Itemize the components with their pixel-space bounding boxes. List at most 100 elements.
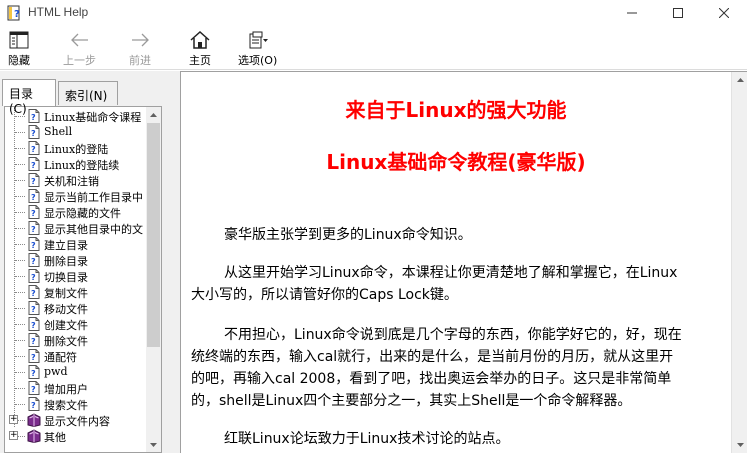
svg-text:?: ? <box>31 161 36 170</box>
tree-topic-item[interactable]: ? 通配符 <box>5 348 147 364</box>
tree-item-label: 通配符 <box>44 351 77 364</box>
tree-topic-item[interactable]: ? 搜索文件 <box>5 396 147 412</box>
tree-item-label: 搜索文件 <box>44 399 88 412</box>
help-book-icon: ? <box>7 5 20 21</box>
svg-text:?: ? <box>31 385 36 394</box>
tree-connector <box>15 116 25 117</box>
svg-text:?: ? <box>31 113 36 122</box>
window-title: HTML Help <box>28 5 89 19</box>
tree-topic-item[interactable]: ? 复制文件 <box>5 284 147 300</box>
svg-text:?: ? <box>31 257 36 266</box>
tree-item-label: 删除文件 <box>44 335 88 348</box>
forward-button[interactable]: 前进 <box>129 30 151 68</box>
svg-text:?: ? <box>31 145 36 154</box>
tree-connector <box>15 292 25 293</box>
tree-item-label: 显示文件内容 <box>44 415 110 428</box>
tree-item-label: Linux的登陆 <box>44 143 109 156</box>
tree-topic-item[interactable]: ? 删除文件 <box>5 332 147 348</box>
hide-pane-icon <box>9 31 29 48</box>
back-label: 上一步 <box>63 54 96 67</box>
toolbar: 隐藏 上一步 前进 主页 选项(O) <box>0 26 747 70</box>
forward-label: 前进 <box>129 54 151 67</box>
tree-item-label: 创建文件 <box>44 319 88 332</box>
tree-connector <box>15 228 25 229</box>
tree-topic-item[interactable]: ? Linux的登陆 <box>5 140 147 156</box>
home-icon <box>190 30 210 49</box>
home-button[interactable]: 主页 <box>189 30 211 68</box>
tree-topic-item[interactable]: ? 显示当前工作目录中 <box>5 188 147 204</box>
help-page-icon: ? <box>27 397 41 411</box>
maximize-icon <box>673 8 683 18</box>
paragraph-2-line-2: 大小写的，所以请管好你的Caps Lock键。 <box>191 287 458 303</box>
tree-item-label: 增加用户 <box>44 383 88 396</box>
scroll-thumb[interactable] <box>147 123 160 347</box>
tree-folder-item[interactable]: + 显示文件内容 <box>5 412 147 428</box>
tab-index[interactable]: 索引(N) <box>58 81 118 105</box>
svg-text:?: ? <box>31 401 36 410</box>
scroll-up-icon[interactable] <box>146 107 161 122</box>
help-page-icon: ? <box>27 269 41 283</box>
tree-topic-item[interactable]: ? 关机和注销 <box>5 172 147 188</box>
tree-connector <box>15 244 25 245</box>
tree-topic-item[interactable]: ? 切换目录 <box>5 268 147 284</box>
tree-topic-item[interactable]: ? 显示隐藏的文件 <box>5 204 147 220</box>
tree-topic-item[interactable]: ? 显示其他目录中的文 <box>5 220 147 236</box>
paragraph-3-line-2: 统终端的东西，输入cal就行，出来的是什么，是当前月份的月历，就从这里开 <box>191 349 674 365</box>
tree-item-label: Shell <box>44 125 73 138</box>
svg-text:?: ? <box>31 289 36 298</box>
svg-text:?: ? <box>31 273 36 282</box>
paragraph-4: 红联Linux论坛致力于Linux技术讨论的站点。 <box>224 431 510 447</box>
tree-connector <box>15 164 25 165</box>
tree-topic-item[interactable]: ? 移动文件 <box>5 300 147 316</box>
content-scroll-up-icon[interactable] <box>732 72 747 88</box>
tab-contents[interactable]: 目录(C) <box>2 79 56 116</box>
scroll-down-icon[interactable] <box>146 437 161 452</box>
expand-plus-icon[interactable]: + <box>9 431 18 440</box>
content-pane: 来自于Linux的强大功能 Linux基础命令教程(豪华版) 豪华版主张学到更多… <box>180 71 747 453</box>
tree-item-label: 建立目录 <box>44 239 88 252</box>
tree-topic-item[interactable]: ? Linux的登陆续 <box>5 156 147 172</box>
help-page-icon: ? <box>27 221 41 235</box>
tree-topic-item[interactable]: ? 建立目录 <box>5 236 147 252</box>
help-page-icon: ? <box>27 189 41 203</box>
tree-connector <box>15 132 25 133</box>
expand-plus-icon[interactable]: + <box>9 415 18 424</box>
help-page-icon: ? <box>27 349 41 363</box>
help-page-icon: ? <box>27 285 41 299</box>
svg-text:?: ? <box>31 129 36 138</box>
help-page-icon: ? <box>27 333 41 347</box>
tree-scrollbar[interactable] <box>146 107 161 452</box>
content-scrollbar[interactable] <box>731 72 747 453</box>
hide-button[interactable]: 隐藏 <box>8 30 30 68</box>
tree-topic-item[interactable]: ? 创建文件 <box>5 316 147 332</box>
tree-connector <box>15 356 25 357</box>
tree-topic-item[interactable]: ? 增加用户 <box>5 380 147 396</box>
tree-item-label: Linux基础命令课程 <box>44 111 142 124</box>
svg-text:?: ? <box>31 193 36 202</box>
svg-text:?: ? <box>31 241 36 250</box>
minimize-button[interactable] <box>609 0 655 26</box>
tree-topic-item[interactable]: ? Shell <box>5 124 147 140</box>
tree-topic-item[interactable]: ? pwd <box>5 364 147 380</box>
back-button[interactable]: 上一步 <box>63 30 96 68</box>
tree-folder-item[interactable]: + 其他 <box>5 428 147 444</box>
close-icon <box>719 8 729 18</box>
tree-connector <box>15 308 25 309</box>
tree-topic-item[interactable]: ? 删除目录 <box>5 252 147 268</box>
maximize-button[interactable] <box>655 0 701 26</box>
content-scroll-down-icon[interactable] <box>732 437 747 453</box>
svg-text:?: ? <box>31 305 36 314</box>
svg-text:?: ? <box>14 9 20 20</box>
help-page-icon: ? <box>27 301 41 315</box>
tree-item-label: 复制文件 <box>44 287 88 300</box>
home-label: 主页 <box>189 54 211 67</box>
paragraph-3-line-1: 不用担心，Linux命令说到底是几个字母的东西，你能学好它的，好，现在 <box>224 327 682 343</box>
nav-tabs: 目录(C) 索引(N) <box>0 79 176 116</box>
minimize-icon <box>627 12 637 14</box>
tree-item-label: 显示当前工作目录中 <box>44 191 143 204</box>
close-button[interactable] <box>701 0 747 26</box>
help-page-icon: ? <box>27 125 41 139</box>
options-icon <box>249 31 268 48</box>
options-button[interactable]: 选项(O) <box>238 30 277 68</box>
tree-connector <box>15 388 25 389</box>
